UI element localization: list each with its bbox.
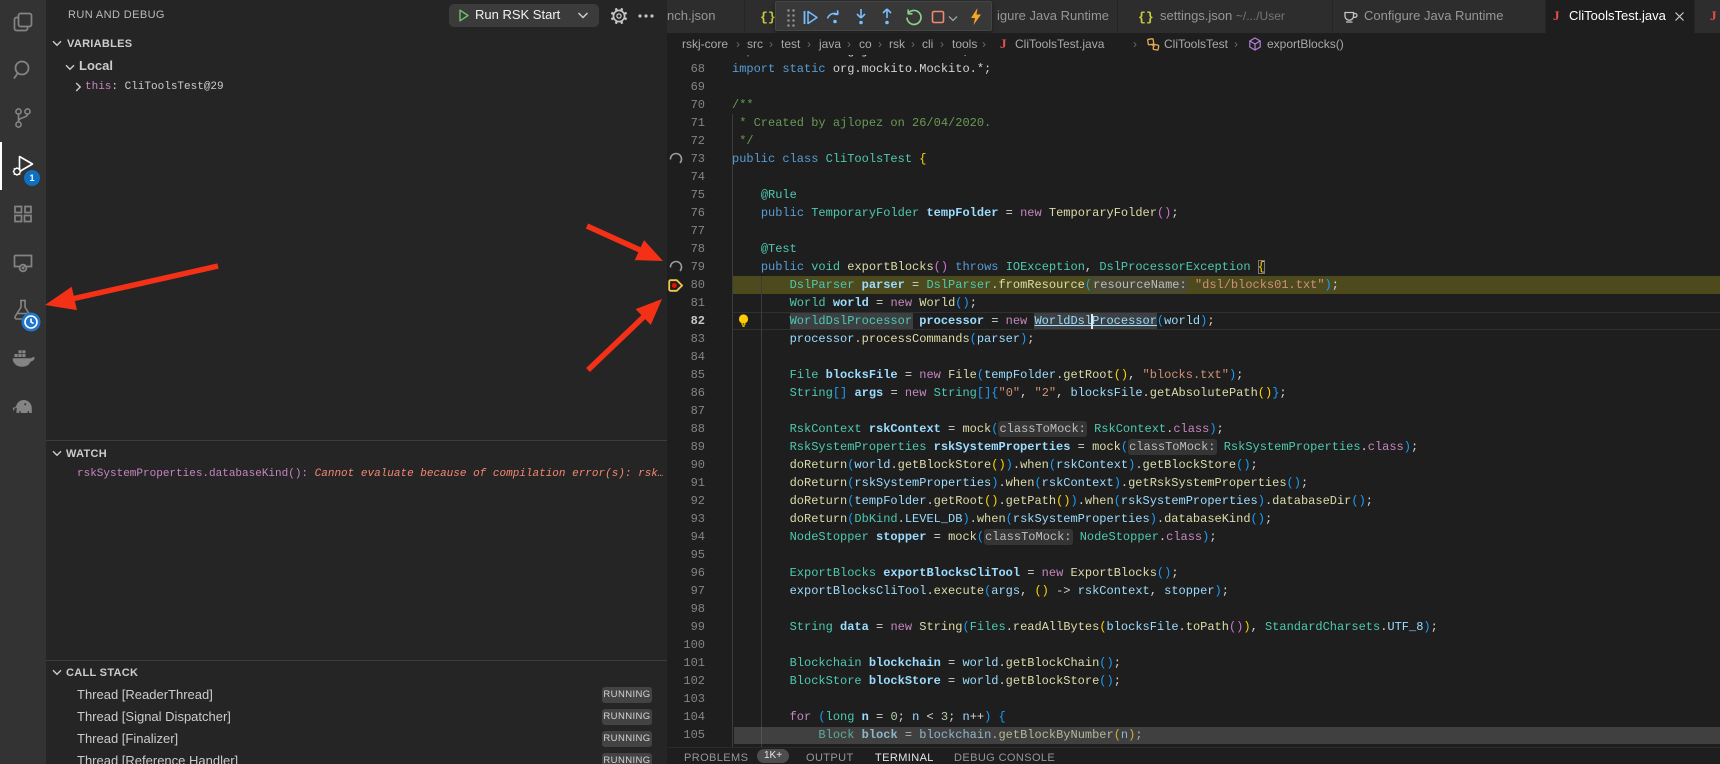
- svg-text:{}: {}: [1138, 10, 1153, 24]
- svg-text:{}: {}: [760, 10, 775, 24]
